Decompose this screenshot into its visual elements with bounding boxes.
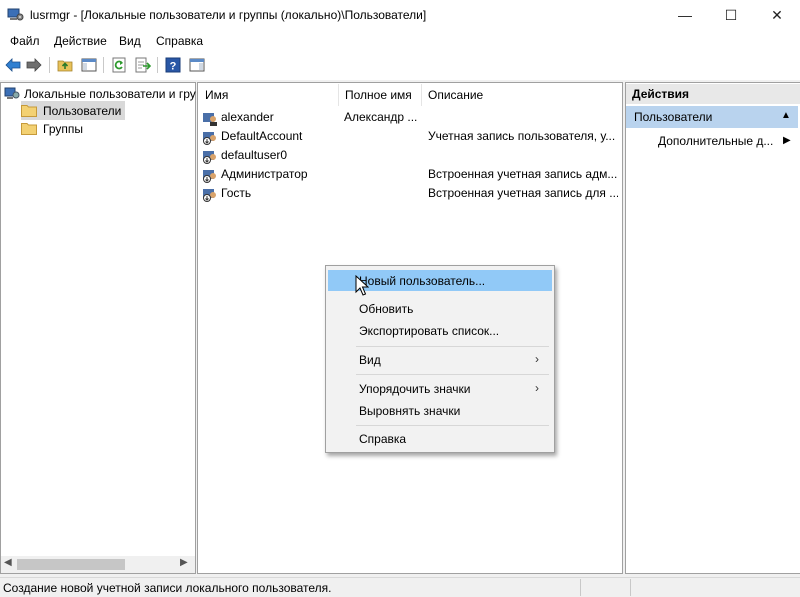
column-header-description[interactable]: Описание bbox=[421, 84, 621, 106]
forward-arrow-icon[interactable] bbox=[25, 56, 43, 74]
help-icon[interactable]: ? bbox=[164, 56, 182, 74]
tree-item-users[interactable]: Пользователи bbox=[21, 101, 126, 120]
refresh-icon[interactable] bbox=[110, 56, 128, 74]
actions-header: Действия bbox=[626, 84, 800, 104]
menu-separator bbox=[356, 346, 549, 347]
menu-separator bbox=[356, 374, 549, 375]
minimize-button[interactable]: — bbox=[662, 0, 708, 30]
export-list-icon[interactable] bbox=[134, 56, 152, 74]
menu-separator bbox=[356, 425, 549, 426]
scroll-right-icon[interactable]: ▶ bbox=[180, 557, 188, 568]
user-icon bbox=[203, 112, 217, 126]
menu-item-view[interactable]: Вид bbox=[328, 349, 552, 370]
status-divider bbox=[580, 579, 581, 596]
maximize-button[interactable]: ☐ bbox=[708, 0, 754, 30]
mouse-cursor-icon bbox=[355, 274, 370, 300]
status-text: Создание новой учетной записи локального… bbox=[3, 581, 332, 595]
menu-item-refresh[interactable]: Обновить bbox=[328, 298, 552, 319]
tree-root-label: Локальные пользователи и гру bbox=[24, 86, 196, 101]
actions-pane bbox=[625, 82, 800, 574]
folder-icon bbox=[21, 123, 37, 135]
cell-description: Встроенная учетная запись для ... bbox=[428, 186, 618, 200]
back-arrow-icon[interactable] bbox=[4, 56, 22, 74]
menu-file[interactable]: Файл bbox=[10, 34, 40, 48]
cell-name: Гость bbox=[221, 186, 252, 200]
up-folder-icon[interactable] bbox=[56, 56, 74, 74]
menu-action[interactable]: Действие bbox=[54, 34, 107, 48]
window-title: lusrmgr - [Локальные пользователи и груп… bbox=[30, 8, 427, 22]
toolbar-separator bbox=[157, 57, 158, 73]
disabled-user-icon bbox=[203, 188, 216, 202]
computer-management-icon bbox=[7, 7, 24, 23]
column-header-name[interactable]: Имя bbox=[198, 84, 339, 106]
cell-name: alexander bbox=[221, 110, 274, 124]
folder-icon bbox=[21, 105, 37, 117]
view-icon[interactable] bbox=[188, 56, 206, 74]
menu-item-export-list[interactable]: Экспортировать список... bbox=[328, 320, 552, 341]
tree-item-label: Пользователи bbox=[43, 103, 122, 118]
show-hide-tree-icon[interactable] bbox=[80, 56, 98, 74]
toolbar-separator bbox=[103, 57, 104, 73]
status-divider bbox=[630, 579, 631, 596]
more-actions-item[interactable]: Дополнительные д... bbox=[658, 134, 773, 148]
toolbar-separator bbox=[49, 57, 50, 73]
cell-description: Учетная запись пользователя, у... bbox=[428, 129, 616, 143]
menu-item-line-up-icons[interactable]: Выровнять значки bbox=[328, 400, 552, 421]
actions-section-users[interactable]: Пользователи bbox=[626, 106, 798, 128]
disabled-user-icon bbox=[203, 150, 216, 164]
cell-description: Встроенная учетная запись адм... bbox=[428, 167, 618, 181]
disabled-user-icon bbox=[203, 169, 216, 183]
menu-help[interactable]: Справка bbox=[156, 34, 203, 48]
cell-name: defaultuser0 bbox=[221, 148, 288, 162]
menu-item-arrange-icons[interactable]: Упорядочить значки bbox=[328, 378, 552, 399]
tree-item-groups[interactable]: Группы bbox=[21, 119, 83, 138]
disabled-user-icon bbox=[203, 131, 216, 145]
scroll-left-icon[interactable]: ◀ bbox=[4, 557, 12, 568]
tree-item-label: Группы bbox=[43, 121, 83, 136]
submenu-arrow-icon: ▶ bbox=[783, 135, 791, 146]
collapse-up-icon[interactable]: ▲ bbox=[781, 110, 791, 121]
tree-pane bbox=[0, 82, 196, 574]
cell-name: DefaultAccount bbox=[221, 129, 303, 143]
local-users-groups-icon bbox=[4, 87, 20, 99]
close-button[interactable]: ✕ bbox=[754, 0, 800, 30]
actions-section-label: Пользователи bbox=[634, 110, 713, 124]
menu-item-help[interactable]: Справка bbox=[328, 428, 552, 449]
column-header-fullname[interactable]: Полное имя bbox=[338, 84, 422, 106]
submenu-arrow-icon: › bbox=[535, 352, 539, 366]
scrollbar-thumb[interactable] bbox=[17, 559, 125, 570]
svg-text:?: ? bbox=[170, 61, 177, 73]
cell-fullname: Александр ... bbox=[344, 110, 418, 124]
submenu-arrow-icon: › bbox=[535, 381, 539, 395]
cell-name: Администратор bbox=[221, 167, 308, 181]
menu-view[interactable]: Вид bbox=[119, 34, 141, 48]
